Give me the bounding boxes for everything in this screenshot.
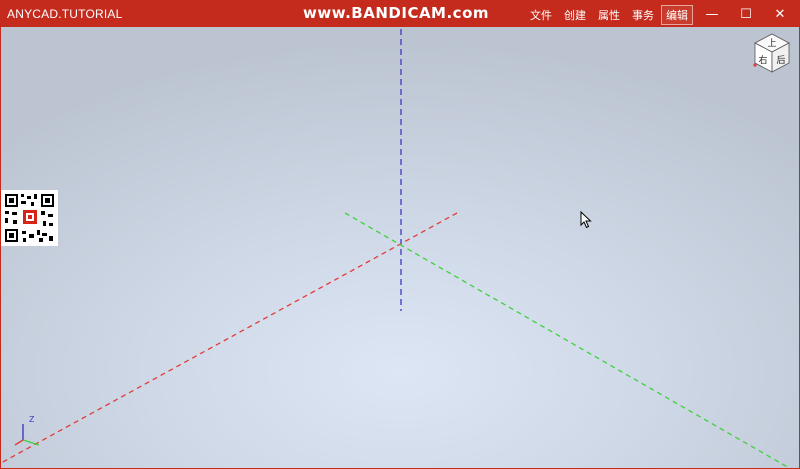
view-cube-left-label: 右 — [758, 54, 767, 66]
recording-watermark: www.BANDICAM.com — [303, 4, 490, 22]
view-cube-right-label: 后 — [776, 55, 785, 66]
mouse-cursor-icon — [580, 210, 592, 234]
app-window: ANYCAD.TUTORIAL www.BANDICAM.com 文件 创建 属… — [0, 0, 800, 469]
x-axis-line — [1, 212, 458, 464]
axis-triad: Z — [9, 415, 49, 452]
menu-transaction[interactable]: 事务 — [627, 5, 659, 25]
axes-scene — [1, 27, 791, 468]
view-cube[interactable]: 上 右 后 — [752, 32, 792, 81]
close-button[interactable]: ✕ — [763, 1, 797, 27]
minimize-button[interactable]: — — [695, 1, 729, 27]
menu-bar: 文件 创建 属性 事务 编辑 — [525, 5, 695, 25]
maximize-button[interactable]: ☐ — [729, 1, 763, 27]
qr-code — [1, 190, 58, 246]
view-cube-top-label: 上 — [767, 38, 776, 49]
menu-properties[interactable]: 属性 — [593, 5, 625, 25]
triad-z-label: Z — [29, 415, 35, 424]
app-title: ANYCAD.TUTORIAL — [7, 7, 123, 21]
3d-viewport[interactable]: 上 右 后 Z — [1, 27, 799, 468]
menu-file[interactable]: 文件 — [525, 5, 557, 25]
y-axis-line — [344, 212, 791, 468]
menu-edit[interactable]: 编辑 — [661, 5, 693, 25]
menu-create[interactable]: 创建 — [559, 5, 591, 25]
title-bar[interactable]: ANYCAD.TUTORIAL www.BANDICAM.com 文件 创建 属… — [1, 1, 799, 27]
